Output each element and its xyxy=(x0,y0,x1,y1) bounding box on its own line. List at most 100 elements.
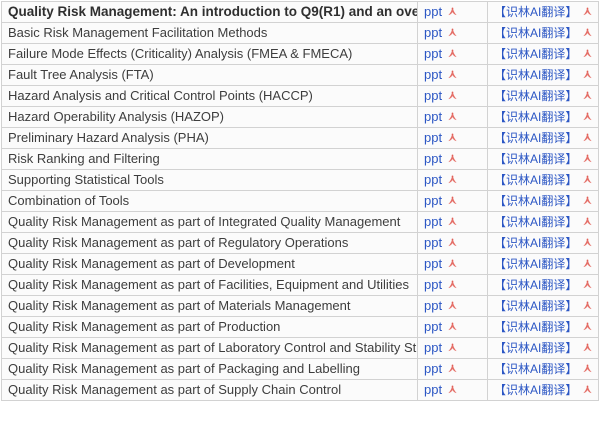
ai-translation-link[interactable]: 【识林AI翻译】 xyxy=(494,257,577,271)
ppt-link[interactable]: ppt xyxy=(424,193,442,208)
pdf-icon[interactable] xyxy=(447,132,458,143)
translation-cell: 【识林AI翻译】 xyxy=(488,233,599,254)
pdf-icon[interactable] xyxy=(582,321,593,332)
table-row: Failure Mode Effects (Criticality) Analy… xyxy=(2,44,599,65)
ai-translation-link[interactable]: 【识林AI翻译】 xyxy=(494,152,577,166)
ai-translation-link[interactable]: 【识林AI翻译】 xyxy=(494,341,577,355)
pdf-icon[interactable] xyxy=(447,195,458,206)
pdf-icon[interactable] xyxy=(447,111,458,122)
topic-cell: Quality Risk Management as part of Labor… xyxy=(2,338,418,359)
ppt-link[interactable]: ppt xyxy=(424,151,442,166)
ai-translation-link[interactable]: 【识林AI翻译】 xyxy=(494,299,577,313)
ppt-link[interactable]: ppt xyxy=(424,235,442,250)
table-row: Quality Risk Management as part of Produ… xyxy=(2,317,599,338)
ppt-link[interactable]: ppt xyxy=(424,298,442,313)
ppt-link[interactable]: ppt xyxy=(424,130,442,145)
translation-cell: 【识林AI翻译】 xyxy=(488,191,599,212)
pdf-icon[interactable] xyxy=(447,237,458,248)
table-row: Fault Tree Analysis (FTA) ppt 【识林AI翻译】 xyxy=(2,65,599,86)
ppt-link[interactable]: ppt xyxy=(424,361,442,376)
ppt-link[interactable]: ppt xyxy=(424,382,442,397)
ai-translation-link[interactable]: 【识林AI翻译】 xyxy=(494,47,577,61)
ai-translation-link[interactable]: 【识林AI翻译】 xyxy=(494,131,577,145)
ai-translation-link[interactable]: 【识林AI翻译】 xyxy=(494,278,577,292)
pdf-icon[interactable] xyxy=(582,384,593,395)
translation-cell: 【识林AI翻译】 xyxy=(488,23,599,44)
ppt-link[interactable]: ppt xyxy=(424,277,442,292)
ai-translation-link[interactable]: 【识林AI翻译】 xyxy=(494,26,577,40)
ppt-link[interactable]: ppt xyxy=(424,214,442,229)
pdf-icon[interactable] xyxy=(447,216,458,227)
pdf-icon[interactable] xyxy=(447,174,458,185)
pdf-icon[interactable] xyxy=(447,384,458,395)
pdf-icon[interactable] xyxy=(582,69,593,80)
ai-translation-link[interactable]: 【识林AI翻译】 xyxy=(494,173,577,187)
ai-translation-link[interactable]: 【识林AI翻译】 xyxy=(494,89,577,103)
ai-translation-link[interactable]: 【识林AI翻译】 xyxy=(494,236,577,250)
pdf-icon[interactable] xyxy=(447,363,458,374)
pdf-icon[interactable] xyxy=(447,342,458,353)
topic-cell: Hazard Operability Analysis (HAZOP) xyxy=(2,107,418,128)
pdf-icon[interactable] xyxy=(447,27,458,38)
ppt-link[interactable]: ppt xyxy=(424,25,442,40)
topic-title: Quality Risk Management: An introduction… xyxy=(8,4,418,19)
ppt-link[interactable]: ppt xyxy=(424,4,442,19)
pdf-icon[interactable] xyxy=(582,237,593,248)
pdf-icon[interactable] xyxy=(447,6,458,17)
pdf-icon[interactable] xyxy=(582,111,593,122)
topic-cell: Quality Risk Management as part of Regul… xyxy=(2,233,418,254)
ppt-link[interactable]: ppt xyxy=(424,340,442,355)
pdf-icon[interactable] xyxy=(582,342,593,353)
pdf-icon[interactable] xyxy=(582,153,593,164)
ppt-link[interactable]: ppt xyxy=(424,172,442,187)
ai-translation-link[interactable]: 【识林AI翻译】 xyxy=(494,110,577,124)
pdf-icon[interactable] xyxy=(447,258,458,269)
topic-cell: Preliminary Hazard Analysis (PHA) xyxy=(2,128,418,149)
pdf-icon[interactable] xyxy=(582,195,593,206)
topic-title: Supporting Statistical Tools xyxy=(8,172,164,187)
ai-translation-link[interactable]: 【识林AI翻译】 xyxy=(494,383,577,397)
pdf-icon[interactable] xyxy=(582,48,593,59)
topic-cell: Quality Risk Management as part of Produ… xyxy=(2,317,418,338)
ai-translation-link[interactable]: 【识林AI翻译】 xyxy=(494,215,577,229)
ppt-link[interactable]: ppt xyxy=(424,46,442,61)
ppt-cell: ppt xyxy=(418,296,488,317)
ai-translation-link[interactable]: 【识林AI翻译】 xyxy=(494,5,577,19)
topic-cell: Quality Risk Management: An introduction… xyxy=(2,2,418,23)
ai-translation-link[interactable]: 【识林AI翻译】 xyxy=(494,68,577,82)
ai-translation-link[interactable]: 【识林AI翻译】 xyxy=(494,320,577,334)
topic-title: Quality Risk Management as part of Suppl… xyxy=(8,382,341,397)
pdf-icon[interactable] xyxy=(582,300,593,311)
topic-cell: Fault Tree Analysis (FTA) xyxy=(2,65,418,86)
ai-translation-link[interactable]: 【识林AI翻译】 xyxy=(494,194,577,208)
topic-cell: Basic Risk Management Facilitation Metho… xyxy=(2,23,418,44)
pdf-icon[interactable] xyxy=(447,300,458,311)
ppt-link[interactable]: ppt xyxy=(424,319,442,334)
pdf-icon[interactable] xyxy=(582,258,593,269)
pdf-icon[interactable] xyxy=(447,69,458,80)
ai-translation-link[interactable]: 【识林AI翻译】 xyxy=(494,362,577,376)
ppt-link[interactable]: ppt xyxy=(424,88,442,103)
pdf-icon[interactable] xyxy=(447,90,458,101)
ppt-link[interactable]: ppt xyxy=(424,256,442,271)
pdf-icon[interactable] xyxy=(447,48,458,59)
table-body: Quality Risk Management: An introduction… xyxy=(2,2,599,401)
pdf-icon[interactable] xyxy=(447,279,458,290)
pdf-icon[interactable] xyxy=(582,363,593,374)
pdf-icon[interactable] xyxy=(447,153,458,164)
ppt-link[interactable]: ppt xyxy=(424,109,442,124)
pdf-icon[interactable] xyxy=(582,90,593,101)
translation-cell: 【识林AI翻译】 xyxy=(488,275,599,296)
ppt-link[interactable]: ppt xyxy=(424,67,442,82)
translation-cell: 【识林AI翻译】 xyxy=(488,44,599,65)
pdf-icon[interactable] xyxy=(582,6,593,17)
pdf-icon[interactable] xyxy=(582,132,593,143)
pdf-icon[interactable] xyxy=(582,279,593,290)
pdf-icon[interactable] xyxy=(582,216,593,227)
topic-title: Combination of Tools xyxy=(8,193,129,208)
ppt-cell: ppt xyxy=(418,86,488,107)
pdf-icon[interactable] xyxy=(447,321,458,332)
pdf-icon[interactable] xyxy=(582,27,593,38)
translation-cell: 【识林AI翻译】 xyxy=(488,170,599,191)
pdf-icon[interactable] xyxy=(582,174,593,185)
